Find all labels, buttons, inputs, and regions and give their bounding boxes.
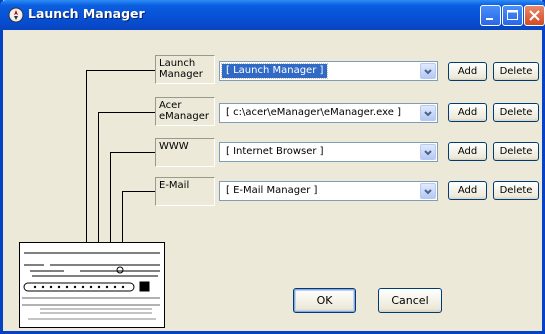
laptop-buttons-drawing: [22, 252, 160, 320]
launch-manager-combobox[interactable]: [ Launch Manager ]: [219, 61, 438, 81]
delete-button-launch-manager[interactable]: Delete: [493, 62, 539, 81]
cancel-button[interactable]: Cancel: [378, 288, 442, 313]
chevron-down-icon: [424, 111, 432, 117]
email-combobox[interactable]: [ E-Mail Manager ]: [219, 181, 438, 201]
chevron-down-icon: [424, 69, 432, 75]
chevron-down-icon: [424, 189, 432, 195]
combobox-value: [ Internet Browser ]: [226, 146, 324, 157]
delete-button-www[interactable]: Delete: [493, 142, 539, 161]
laptop-illustration: [19, 242, 165, 328]
label-acer-emanager: Acer eManager: [155, 97, 215, 126]
label-launch-manager: Launch Manager: [155, 55, 215, 84]
label-www: WWW: [155, 138, 215, 167]
www-combobox[interactable]: [ Internet Browser ]: [219, 142, 438, 162]
add-button-launch-manager[interactable]: Add: [448, 62, 487, 81]
dropdown-arrow-button[interactable]: [420, 183, 436, 199]
add-button-www[interactable]: Add: [448, 142, 487, 161]
delete-button-email[interactable]: Delete: [493, 181, 539, 200]
label-email: E-Mail: [155, 177, 215, 206]
add-button-acer-emanager[interactable]: Add: [448, 103, 487, 122]
combobox-value: [ c:\acer\eManager\eManager.exe ]: [226, 107, 401, 118]
dropdown-arrow-button[interactable]: [420, 144, 436, 160]
combobox-value: [ E-Mail Manager ]: [226, 185, 318, 196]
chevron-down-icon: [424, 150, 432, 156]
add-button-email[interactable]: Add: [448, 181, 487, 200]
combobox-value: [ Launch Manager ]: [220, 63, 329, 79]
dropdown-arrow-button[interactable]: [420, 105, 436, 121]
launch-manager-window: Launch Manager Launch Manager [ Launch M…: [0, 0, 545, 334]
ok-button[interactable]: OK: [293, 288, 356, 313]
dropdown-arrow-button[interactable]: [420, 63, 436, 79]
delete-button-acer-emanager[interactable]: Delete: [493, 103, 539, 122]
acer-emanager-combobox[interactable]: [ c:\acer\eManager\eManager.exe ]: [219, 103, 438, 123]
